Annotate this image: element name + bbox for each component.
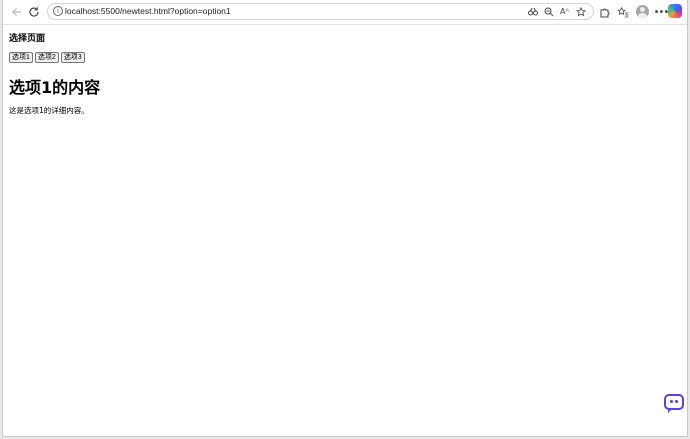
option2-button[interactable]: 选项2 [34,52,59,63]
back-arrow-icon[interactable] [8,3,26,21]
browser-window: i localhost:5500/newtest.html?option=opt… [2,0,688,437]
browser-toolbar: i localhost:5500/newtest.html?option=opt… [3,0,687,25]
address-url[interactable]: localhost:5500/newtest.html?option=optio… [65,5,231,18]
zoom-icon[interactable] [542,5,555,18]
option-buttons: 选项1 选项2 选项3 [9,52,85,63]
profile-avatar[interactable] [636,5,649,18]
option1-button[interactable]: 选项1 [9,52,33,63]
content-title: 选项1的内容 [9,78,101,97]
chat-dot-icon [670,400,673,403]
content-text: 这是选项1的详细内容。 [9,106,89,115]
site-info-icon[interactable]: i [53,6,63,16]
chat-dot-icon [675,400,678,403]
favorite-star-icon[interactable] [574,5,587,18]
page-content: 选择页面 选项1 选项2 选项3 选项1的内容 这是选项1的详细内容。 [3,25,687,436]
extensions-icon[interactable] [595,3,613,21]
copilot-icon[interactable] [668,4,682,18]
page-heading: 选择页面 [9,34,46,44]
refresh-icon[interactable] [25,3,43,21]
chat-widget-icon[interactable] [664,394,684,413]
immersive-reader-icon[interactable] [526,5,539,18]
address-bar[interactable]: i localhost:5500/newtest.html?option=opt… [47,3,594,20]
read-aloud-icon[interactable]: Aᴬ [558,5,571,18]
option3-button[interactable]: 选项3 [60,52,85,63]
favorites-icon[interactable] [614,3,632,21]
